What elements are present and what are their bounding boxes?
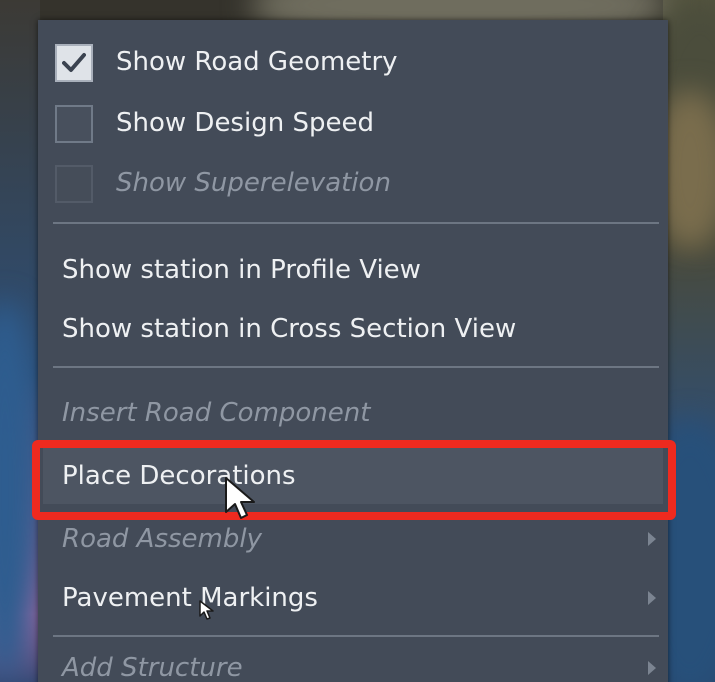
annotation-highlight-box bbox=[32, 440, 676, 520]
screen: Show Road Geometry Show Design Speed Sho… bbox=[0, 0, 715, 682]
context-menu: Show Road Geometry Show Design Speed Sho… bbox=[38, 20, 668, 682]
menu-item-show-superelevation: Show Superelevation bbox=[38, 155, 668, 211]
checkbox-checked[interactable] bbox=[55, 44, 93, 82]
menu-item-label: Add Structure bbox=[62, 653, 243, 682]
menu-item-show-road-geometry[interactable]: Show Road Geometry bbox=[38, 34, 668, 90]
chevron-right-icon bbox=[648, 591, 656, 605]
checkbox-unchecked[interactable] bbox=[55, 105, 93, 143]
mouse-pointer-icon bbox=[199, 600, 214, 620]
menu-item-label: Insert Road Component bbox=[62, 398, 371, 428]
menu-item-label: Pavement Markings bbox=[62, 583, 318, 613]
menu-separator bbox=[53, 635, 659, 637]
menu-item-label: Show Design Speed bbox=[116, 108, 374, 138]
menu-item-insert-road-component: Insert Road Component bbox=[38, 385, 668, 441]
menu-item-add-structure: Add Structure bbox=[38, 640, 668, 682]
menu-item-show-station-cross-section[interactable]: Show station in Cross Section View bbox=[38, 301, 668, 357]
menu-item-label: Show station in Cross Section View bbox=[62, 314, 517, 344]
menu-item-pavement-markings[interactable]: Pavement Markings bbox=[38, 570, 668, 626]
menu-item-label: Show Road Geometry bbox=[116, 47, 398, 77]
checkbox-disabled bbox=[55, 165, 93, 203]
mouse-pointer-icon bbox=[225, 477, 255, 519]
menu-item-label: Show station in Profile View bbox=[62, 255, 421, 285]
chevron-right-icon bbox=[648, 661, 656, 675]
menu-separator bbox=[53, 222, 659, 224]
menu-item-label: Show Superelevation bbox=[116, 168, 391, 198]
chevron-right-icon bbox=[648, 532, 656, 546]
check-icon bbox=[62, 53, 86, 72]
menu-item-show-station-profile[interactable]: Show station in Profile View bbox=[38, 242, 668, 298]
menu-item-show-design-speed[interactable]: Show Design Speed bbox=[38, 95, 668, 151]
menu-separator bbox=[53, 366, 659, 368]
